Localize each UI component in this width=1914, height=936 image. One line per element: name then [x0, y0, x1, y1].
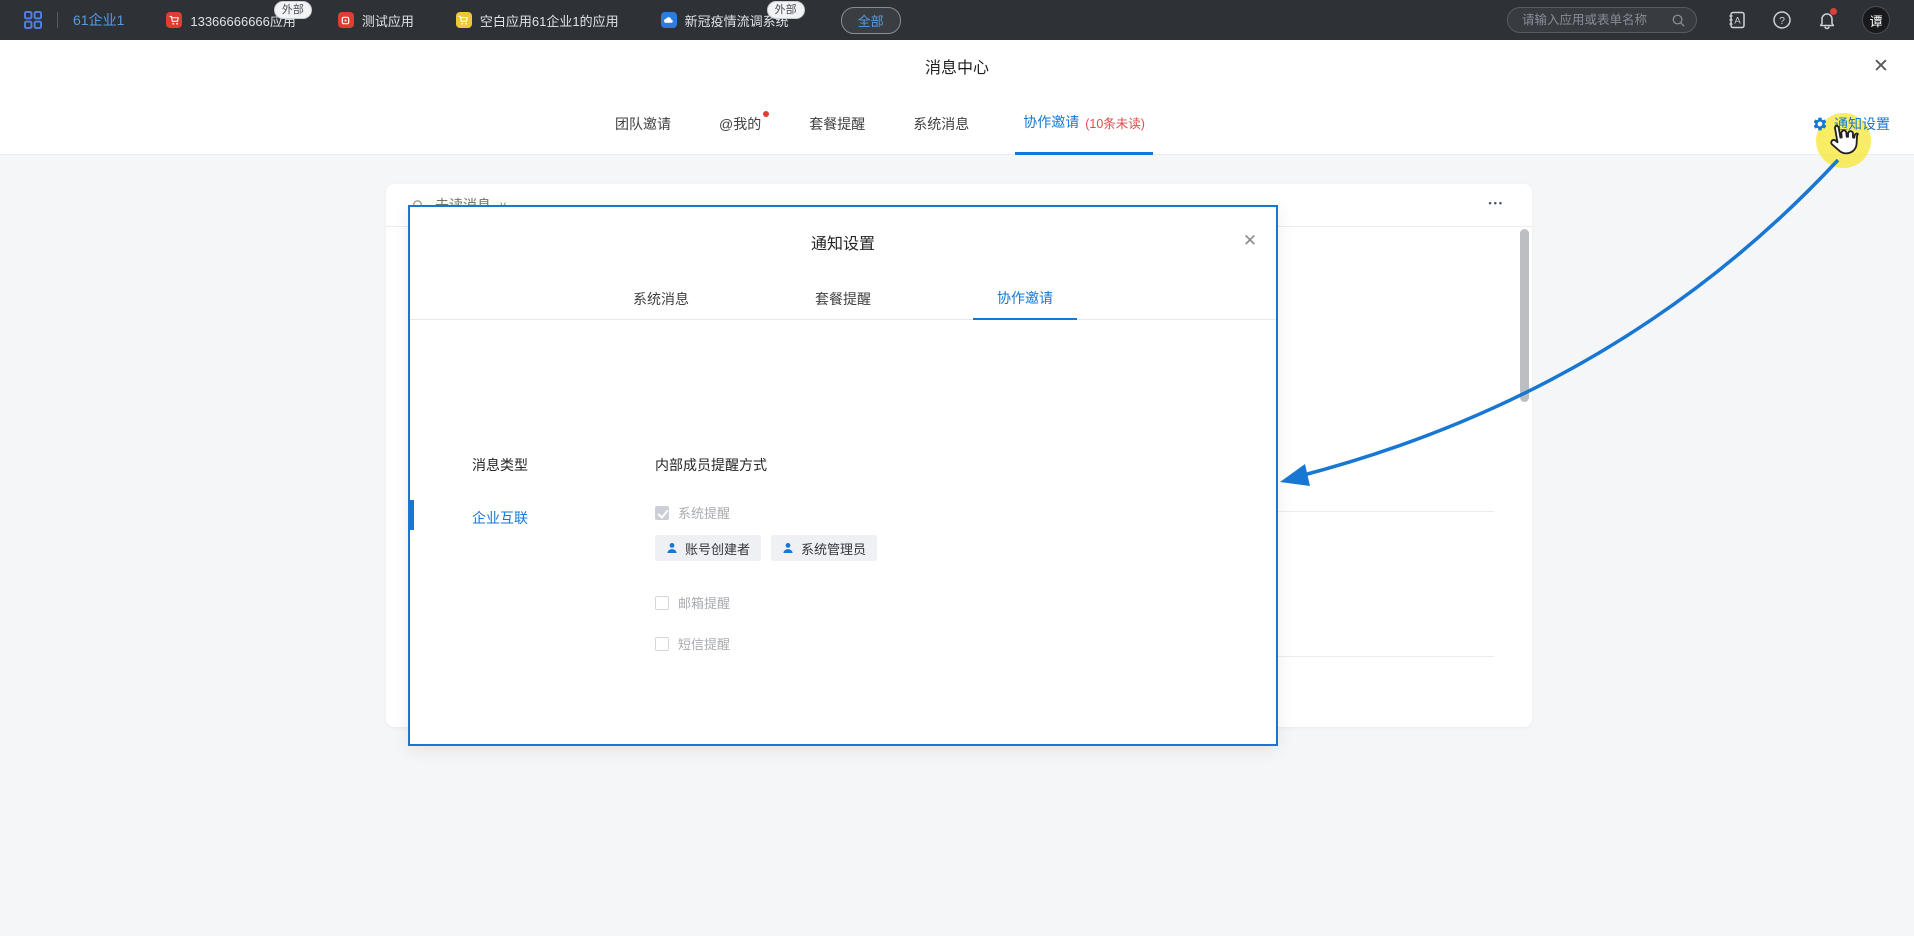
- option-sms-remind[interactable]: 短信提醒: [655, 634, 730, 653]
- option-label: 邮箱提醒: [678, 593, 730, 612]
- message-center-header: 消息中心 ✕: [0, 40, 1914, 92]
- close-icon[interactable]: ✕: [1870, 55, 1892, 77]
- search-input[interactable]: [1522, 13, 1671, 27]
- tab-label: 套餐提醒: [815, 289, 871, 309]
- tab-label: 系统消息: [633, 289, 689, 309]
- tag-account-creator[interactable]: 账号创建者: [655, 535, 761, 561]
- remind-method-header: 内部成员提醒方式: [655, 455, 767, 475]
- apps-grid-icon[interactable]: [24, 11, 42, 29]
- modal-tabs: 系统消息 套餐提醒 协作邀请: [410, 277, 1276, 320]
- active-type-indicator: [410, 500, 414, 530]
- cloud-app-icon: [661, 12, 677, 28]
- unread-count: (10条未读): [1085, 113, 1145, 132]
- option-label: 短信提醒: [678, 634, 730, 653]
- notifications-bell-icon[interactable]: [1817, 10, 1837, 30]
- page-title: 消息中心: [0, 40, 1914, 92]
- tab-label: 协作邀请: [1023, 112, 1079, 132]
- modal-title: 通知设置: [811, 230, 875, 254]
- notification-dot: [1830, 8, 1837, 15]
- checkbox-checked-disabled[interactable]: [655, 506, 669, 520]
- svg-text:A: A: [1734, 16, 1741, 27]
- checkbox-unchecked[interactable]: [655, 637, 669, 651]
- modal-tab-system-message[interactable]: 系统消息: [609, 277, 713, 320]
- contacts-icon[interactable]: A: [1727, 10, 1747, 30]
- app-name: 测试应用: [362, 11, 414, 30]
- top-bar: 61企业1 13366666666应用 外部 测试应用 空白应用61企业1的应用…: [0, 0, 1914, 40]
- search-icon: [1671, 13, 1686, 28]
- tab-system-message[interactable]: 系统消息: [911, 92, 971, 155]
- tag-label: 账号创建者: [685, 539, 750, 558]
- app-search[interactable]: [1507, 7, 1697, 33]
- tab-collaboration-invite[interactable]: 协作邀请 (10条未读): [1015, 92, 1153, 155]
- unread-dot: [763, 111, 769, 117]
- tab-plan-reminder[interactable]: 套餐提醒: [807, 92, 867, 155]
- app-tab-4[interactable]: 新冠疫情流调系统 外部: [661, 0, 789, 40]
- external-badge: 外部: [767, 1, 805, 19]
- modal-header: 通知设置 ✕: [410, 207, 1276, 277]
- more-options-icon[interactable]: •••: [1489, 198, 1504, 208]
- topbar-divider: [57, 12, 58, 28]
- app-tab-2[interactable]: 测试应用: [338, 0, 414, 40]
- app-tab-1[interactable]: 13366666666应用 外部: [166, 0, 296, 40]
- tab-team-invite[interactable]: 团队邀请: [613, 92, 673, 155]
- scrollbar-thumb[interactable]: [1520, 229, 1529, 402]
- option-label: 系统提醒: [678, 503, 730, 522]
- option-system-remind[interactable]: 系统提醒: [655, 503, 730, 522]
- option-email-remind[interactable]: 邮箱提醒: [655, 593, 730, 612]
- tag-system-admin[interactable]: 系统管理员: [771, 535, 877, 561]
- tag-label: 系统管理员: [801, 539, 866, 558]
- notification-settings-modal: 通知设置 ✕ 系统消息 套餐提醒 协作邀请 消息类型 企业互联 内部成员提醒方式…: [408, 205, 1278, 746]
- modal-tab-plan-reminder[interactable]: 套餐提醒: [791, 277, 895, 320]
- tab-label: 协作邀请: [997, 288, 1053, 308]
- tab-label: 团队邀请: [615, 114, 671, 134]
- notification-settings-button[interactable]: 通知设置: [1812, 92, 1890, 155]
- workspace-link[interactable]: 61企业1: [73, 10, 124, 30]
- tab-label: @我的: [719, 114, 761, 134]
- cart-app-icon: [456, 12, 472, 28]
- message-type-enterprise-link[interactable]: 企业互联: [472, 508, 528, 528]
- svg-text:?: ?: [1779, 15, 1785, 27]
- checkbox-unchecked[interactable]: [655, 596, 669, 610]
- app-name: 空白应用61企业1的应用: [480, 11, 619, 30]
- app-icon: [338, 12, 354, 28]
- settings-link-label: 通知设置: [1834, 114, 1890, 134]
- person-icon: [666, 542, 678, 554]
- modal-close-icon[interactable]: ✕: [1240, 231, 1260, 251]
- message-type-header: 消息类型: [472, 455, 528, 475]
- help-icon[interactable]: ?: [1772, 10, 1792, 30]
- gear-icon: [1812, 116, 1828, 132]
- message-center-tabs: 团队邀请 @我的 套餐提醒 系统消息 协作邀请 (10条未读): [613, 92, 1153, 155]
- all-apps-filter[interactable]: 全部: [841, 7, 901, 34]
- tab-label: 套餐提醒: [809, 114, 865, 134]
- app-tab-3[interactable]: 空白应用61企业1的应用: [456, 0, 619, 40]
- user-avatar[interactable]: 谭: [1862, 6, 1890, 34]
- tab-at-me[interactable]: @我的: [717, 92, 763, 155]
- person-icon: [782, 542, 794, 554]
- message-center-tabs-row: 团队邀请 @我的 套餐提醒 系统消息 协作邀请 (10条未读) 通知设置: [0, 92, 1914, 155]
- modal-tab-collaboration-invite[interactable]: 协作邀请: [973, 277, 1077, 320]
- cart-app-icon: [166, 12, 182, 28]
- recipient-tags: 账号创建者 系统管理员: [655, 535, 877, 561]
- tab-label: 系统消息: [913, 114, 969, 134]
- external-badge: 外部: [274, 1, 312, 19]
